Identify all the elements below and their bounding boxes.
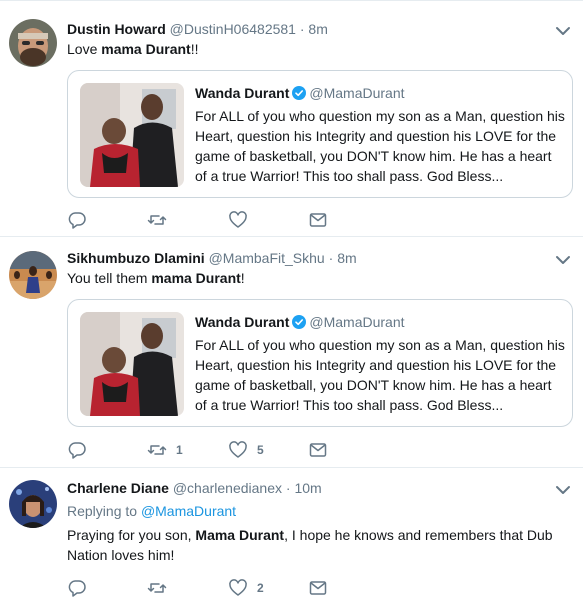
envelope-icon	[309, 443, 327, 457]
heart-icon	[229, 441, 247, 458]
tweet-header: Charlene Diane @charlenedianex · 10m	[67, 479, 322, 497]
retweet-button[interactable]	[147, 578, 176, 598]
retweet-icon	[147, 215, 167, 225]
quoted-tweet[interactable]: Wanda Durant @MamaDurant For ALL of you w…	[67, 70, 573, 198]
separator: ·	[328, 250, 334, 266]
reply-button[interactable]	[67, 578, 87, 598]
tweet-text: You tell them mama Durant!	[67, 268, 567, 288]
tweet-text-part: !	[240, 270, 245, 286]
tweet-actions	[67, 210, 367, 230]
retweet-icon	[147, 583, 167, 593]
display-name[interactable]: Dustin Howard	[67, 21, 166, 37]
quoted-tweet-header: Wanda Durant @MamaDurant	[195, 85, 405, 101]
tweet[interactable]: Charlene Diane @charlenedianex · 10m Rep…	[0, 468, 583, 599]
like-button[interactable]: 2	[228, 578, 264, 598]
timestamp[interactable]: 10m	[294, 480, 321, 496]
reply-icon	[68, 442, 86, 459]
tweet[interactable]: Sikhumbuzo Dlamini @MambaFit_Skhu · 8m Y…	[0, 237, 583, 468]
avatar[interactable]	[9, 251, 57, 299]
quoted-tweet[interactable]: Wanda Durant @MamaDurant For ALL of you w…	[67, 299, 573, 427]
envelope-icon	[309, 213, 327, 227]
tweet-text-bold: mama Durant	[151, 270, 241, 286]
like-button[interactable]	[228, 210, 257, 230]
direct-message-button[interactable]	[308, 440, 328, 460]
envelope-icon	[309, 581, 327, 595]
like-count: 5	[257, 443, 264, 457]
reply-icon	[68, 212, 86, 229]
replying-to-link[interactable]: @MamaDurant	[141, 503, 236, 519]
tweet-header: Dustin Howard @DustinH06482581 · 8m	[67, 20, 328, 38]
tweet-text-part: You tell them	[67, 270, 152, 286]
avatar[interactable]	[9, 19, 57, 67]
reply-button[interactable]	[67, 440, 87, 460]
like-button[interactable]: 5	[228, 440, 264, 460]
quoted-user-handle: @MamaDurant	[309, 314, 405, 330]
like-count: 2	[257, 581, 264, 595]
chevron-down-icon[interactable]	[555, 23, 571, 39]
chevron-down-icon[interactable]	[555, 482, 571, 498]
reply-icon	[68, 580, 86, 597]
quoted-tweet-image	[80, 83, 184, 187]
tweet-text-part: Love	[67, 41, 102, 57]
replying-to: Replying to @MamaDurant	[67, 502, 236, 520]
tweet-text: Love mama Durant!!	[67, 39, 567, 59]
user-handle[interactable]: @charlenedianex	[173, 480, 282, 496]
tweet-text-part: Praying for you son,	[67, 527, 196, 543]
tweet-text: Praying for you son, Mama Durant, I hope…	[67, 525, 567, 565]
reply-button[interactable]	[67, 210, 87, 230]
timestamp[interactable]: 8m	[308, 21, 327, 37]
separator: ·	[285, 480, 291, 496]
chevron-down-icon[interactable]	[555, 252, 571, 268]
quoted-tweet-header: Wanda Durant @MamaDurant	[195, 314, 405, 330]
user-handle[interactable]: @MambaFit_Skhu	[209, 250, 325, 266]
quoted-user-handle: @MamaDurant	[309, 85, 405, 101]
user-handle[interactable]: @DustinH06482581	[170, 21, 296, 37]
retweet-count: 1	[176, 443, 183, 457]
avatar[interactable]	[9, 480, 57, 528]
retweet-button[interactable]: 1	[147, 440, 183, 460]
tweet-actions: 1 5	[67, 440, 367, 460]
tweet-text-part: !!	[190, 41, 199, 57]
quoted-display-name: Wanda Durant	[195, 85, 290, 101]
verified-badge-icon	[292, 86, 307, 100]
tweet-actions: 2	[67, 578, 367, 598]
quoted-display-name: Wanda Durant	[195, 314, 290, 330]
tweet[interactable]: Dustin Howard @DustinH06482581 · 8m Love…	[0, 0, 583, 237]
tweet-text-bold: mama Durant	[101, 41, 191, 57]
verified-badge-icon	[292, 315, 307, 329]
retweet-icon	[147, 445, 167, 455]
heart-icon	[229, 211, 247, 228]
heart-icon	[229, 579, 247, 596]
separator: ·	[299, 21, 305, 37]
display-name[interactable]: Charlene Diane	[67, 480, 169, 496]
tweet-header: Sikhumbuzo Dlamini @MambaFit_Skhu · 8m	[67, 249, 357, 267]
quoted-tweet-image	[80, 312, 184, 416]
replying-to-label: Replying to	[67, 503, 138, 519]
tweet-text-bold: Mama Durant	[195, 527, 285, 543]
quoted-tweet-text: For ALL of you who question my son as a …	[195, 337, 565, 413]
direct-message-button[interactable]	[308, 578, 328, 598]
quoted-tweet-text: For ALL of you who question my son as a …	[195, 108, 565, 184]
display-name[interactable]: Sikhumbuzo Dlamini	[67, 250, 205, 266]
retweet-button[interactable]	[147, 210, 176, 230]
direct-message-button[interactable]	[308, 210, 328, 230]
timestamp[interactable]: 8m	[337, 250, 356, 266]
